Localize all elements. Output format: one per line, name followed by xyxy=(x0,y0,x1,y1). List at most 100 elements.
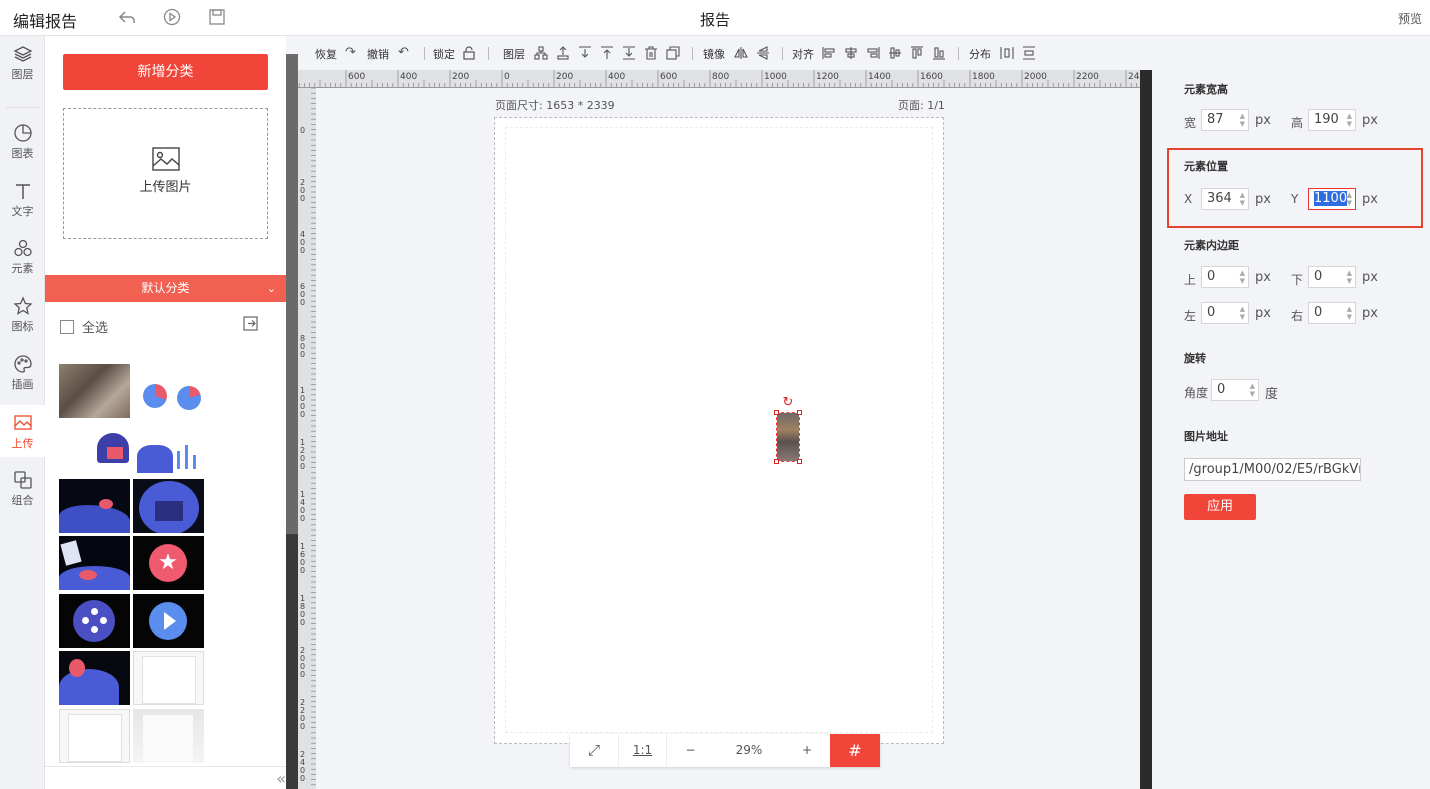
spinner-icon[interactable]: ▲ ▼ xyxy=(1250,382,1255,398)
undo-icon[interactable]: ↶ xyxy=(398,45,409,60)
upload-image-dropzone[interactable]: 上传图片 xyxy=(63,108,268,239)
padding-left-input[interactable]: 0 ▲ ▼ xyxy=(1201,302,1249,324)
flip-vertical-icon[interactable] xyxy=(756,46,770,60)
bring-to-front-icon[interactable] xyxy=(600,46,614,60)
ruler-label: 1800 xyxy=(972,72,995,82)
zoom-in-button[interactable]: + xyxy=(784,734,830,767)
resize-handle[interactable] xyxy=(774,410,779,415)
unit-label: px xyxy=(1255,270,1271,285)
spinner-icon[interactable]: ▲ ▼ xyxy=(1240,269,1245,285)
distribute-horizontal-icon[interactable] xyxy=(1000,46,1014,60)
fit-screen-button[interactable]: ⤢ xyxy=(570,734,618,767)
copy-icon[interactable] xyxy=(666,46,680,60)
nav-illustration[interactable]: 插画 xyxy=(0,346,45,398)
distribute-vertical-icon[interactable] xyxy=(1022,46,1036,60)
layer-tree-icon[interactable] xyxy=(534,46,548,60)
spinner-icon[interactable]: ▲ ▼ xyxy=(1240,305,1245,321)
padding-right-input[interactable]: 0 ▲ ▼ xyxy=(1308,302,1356,324)
redo-button[interactable]: 恢复 xyxy=(315,46,337,62)
image-thumbnail[interactable] xyxy=(133,364,204,418)
image-thumbnail[interactable] xyxy=(59,479,130,533)
flip-horizontal-icon[interactable] xyxy=(734,46,748,60)
rotate-handle-icon[interactable]: ↻ xyxy=(781,396,795,410)
spinner-icon[interactable]: ▲ ▼ xyxy=(1347,269,1352,285)
image-thumbnail[interactable] xyxy=(133,421,204,475)
ruler-label: 1400 xyxy=(868,72,891,82)
padding-bottom-input[interactable]: 0 ▲ ▼ xyxy=(1308,266,1356,288)
star-icon xyxy=(12,296,33,315)
align-right-icon[interactable] xyxy=(866,46,880,60)
image-thumbnail[interactable]: ★ xyxy=(133,536,204,590)
image-url-input[interactable]: /group1/M00/02/E5/rBGkVm xyxy=(1184,458,1361,481)
nav-chart[interactable]: 图表 xyxy=(0,115,45,167)
layers-icon xyxy=(13,46,32,62)
ruler-label: 0 xyxy=(300,350,305,359)
ruler-label: 200 xyxy=(556,72,573,82)
nav-icons[interactable]: 图标 xyxy=(0,288,45,340)
grid-toggle-icon[interactable]: # xyxy=(830,734,880,767)
panel-scrollbar[interactable] xyxy=(286,54,298,789)
actual-size-button[interactable]: 1:1 xyxy=(618,734,666,767)
ruler-ticks: 600 400 200 0 200 400 600 800 1000 1200 1400 1600 18… xyxy=(298,70,1140,87)
unit-label: px xyxy=(1362,270,1378,285)
select-all-checkbox[interactable]: 全选 xyxy=(60,317,108,336)
image-thumbnail[interactable] xyxy=(133,594,204,648)
align-top-icon[interactable] xyxy=(910,46,924,60)
resize-handle[interactable] xyxy=(797,459,802,464)
image-thumbnail[interactable] xyxy=(59,594,130,648)
align-middle-icon[interactable] xyxy=(888,46,902,60)
scrollbar-thumb[interactable] xyxy=(286,54,298,534)
resize-handle[interactable] xyxy=(797,410,802,415)
nav-layers[interactable]: 图层 xyxy=(0,36,45,88)
bring-forward-icon[interactable] xyxy=(556,46,570,60)
apply-button[interactable]: 应用 xyxy=(1184,494,1256,520)
image-thumbnail[interactable] xyxy=(133,479,204,533)
delete-icon[interactable] xyxy=(644,46,658,60)
padding-top-input[interactable]: 0 ▲ ▼ xyxy=(1201,266,1249,288)
lock-icon[interactable] xyxy=(462,46,476,60)
top-bar: 编辑报告 报告 预览 xyxy=(0,0,1430,36)
angle-input[interactable]: 0 ▲ ▼ xyxy=(1211,379,1259,401)
document-title: 报告 xyxy=(699,11,730,29)
export-icon[interactable] xyxy=(243,316,258,331)
image-thumbnail[interactable] xyxy=(59,364,130,418)
nav-label: 文字 xyxy=(11,205,34,218)
ruler-label: 200 xyxy=(452,72,469,82)
image-thumbnail[interactable] xyxy=(133,651,204,705)
image-thumbnail[interactable] xyxy=(59,536,130,590)
undo-button[interactable]: 撤销 xyxy=(367,46,389,62)
collapse-icon[interactable]: « xyxy=(276,769,286,788)
preview-button[interactable]: 预览 xyxy=(1398,10,1422,27)
send-backward-icon[interactable] xyxy=(578,46,592,60)
nav-upload[interactable]: 上传 xyxy=(0,405,45,457)
image-thumbnail[interactable] xyxy=(59,651,130,705)
zoom-out-button[interactable]: − xyxy=(666,734,714,767)
spinner-icon[interactable]: ▲ ▼ xyxy=(1347,112,1352,128)
resize-handle[interactable] xyxy=(774,459,779,464)
nav-elements[interactable]: 元素 xyxy=(0,230,45,282)
checkbox[interactable] xyxy=(60,320,74,334)
spinner-icon[interactable]: ▲ ▼ xyxy=(1347,305,1352,321)
selected-image-element[interactable]: ↻ xyxy=(774,396,802,464)
width-label: 宽 xyxy=(1184,116,1197,130)
align-center-icon[interactable] xyxy=(844,46,858,60)
send-to-back-icon[interactable] xyxy=(622,46,636,60)
spinner-icon[interactable]: ▲ ▼ xyxy=(1240,112,1245,128)
canvas-scrollbar[interactable] xyxy=(1140,70,1152,789)
nav-text[interactable]: 文字 xyxy=(0,173,45,225)
image-thumbnail[interactable] xyxy=(59,421,130,475)
ruler-label: 400 xyxy=(400,72,417,82)
lock-button[interactable]: 锁定 xyxy=(433,46,455,62)
height-input[interactable]: 190 ▲ ▼ xyxy=(1308,109,1356,131)
align-bottom-icon[interactable] xyxy=(932,46,946,60)
canvas-area[interactable]: 页面尺寸: 1653 * 2339 页面: 1/1 ↻ ⤢ 1:1 − 29% … xyxy=(316,88,1140,789)
redo-icon[interactable]: ↷ xyxy=(345,45,356,60)
width-input[interactable]: 87 ▲ ▼ xyxy=(1201,109,1249,131)
image-thumbnail[interactable] xyxy=(133,709,204,763)
image-thumbnail[interactable] xyxy=(59,709,130,763)
align-left-icon[interactable] xyxy=(822,46,836,60)
report-page[interactable]: ↻ xyxy=(494,117,944,744)
new-category-button[interactable]: 新增分类 xyxy=(63,54,268,90)
category-dropdown[interactable]: 默认分类 ⌄ xyxy=(45,275,286,302)
nav-group[interactable]: 组合 xyxy=(0,462,45,514)
